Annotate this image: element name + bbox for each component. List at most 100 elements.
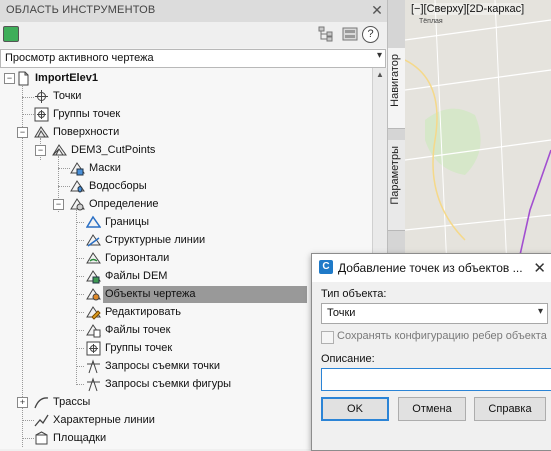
tree-guide <box>76 294 84 295</box>
view-dropdown-value: Просмотр активного чертежа <box>5 52 154 64</box>
tree-guide <box>76 330 84 331</box>
tree-item-label: ImportElev1 <box>35 72 98 84</box>
tab-label: Навигатор <box>389 54 401 107</box>
tree-item-label: Характерные линии <box>53 414 155 426</box>
toolspace-title: ОБЛАСТЬ ИНСТРУМЕНТОВ <box>6 4 156 16</box>
item-view-icon[interactable] <box>342 26 358 42</box>
tree-guide <box>76 276 84 277</box>
chevron-down-icon[interactable]: ▾ <box>538 306 543 317</box>
ok-button[interactable]: OK <box>321 397 389 421</box>
drawing-icon <box>18 71 29 86</box>
point-group-icon <box>34 107 49 122</box>
tree-item-alignments[interactable]: Трассы <box>34 394 234 411</box>
viewport-controls[interactable]: [−][Сверху][2D-каркас] <box>411 3 525 15</box>
definition-icon <box>70 198 85 211</box>
alignment-icon <box>34 397 49 409</box>
tree-guide <box>76 312 84 313</box>
master-view-icon[interactable] <box>3 26 19 42</box>
hierarchy-icon[interactable] <box>318 26 334 42</box>
tree-item-label: Запросы съемки точки <box>105 360 220 372</box>
collapse-icon[interactable]: − <box>53 199 64 210</box>
tree-guide <box>76 258 84 259</box>
collapse-icon[interactable]: − <box>35 145 46 156</box>
tree-item-label: Группы точек <box>53 108 121 120</box>
tree-item-boundaries[interactable]: Границы <box>86 214 306 231</box>
expand-icon[interactable]: + <box>17 397 28 408</box>
tree-item-label: Границы <box>105 216 149 228</box>
surface-icon <box>34 126 49 138</box>
help-button[interactable]: Справка <box>474 397 546 421</box>
tree-item-sites[interactable]: Площадки <box>34 430 234 447</box>
dialog-titlebar[interactable]: C Добавление точек из объектов ... ✕ <box>312 254 551 282</box>
help-icon[interactable]: ? <box>362 26 379 43</box>
tree-item-label: Определение <box>89 198 159 210</box>
collapse-icon[interactable]: − <box>4 73 15 84</box>
tab-navigator[interactable]: Навигатор <box>388 48 406 129</box>
tree-item-feature-lines[interactable]: Характерные линии <box>34 412 234 429</box>
toolspace-toolbar: ? <box>0 22 387 48</box>
toolspace-header: ОБЛАСТЬ ИНСТРУМЕНТОВ ✕ <box>0 0 387 23</box>
close-icon[interactable]: ✕ <box>370 3 384 17</box>
tree-item-label: Водосборы <box>89 180 147 192</box>
tree-item-survey-query-figure[interactable]: Запросы съемки фигуры <box>86 376 306 393</box>
breakline-icon <box>86 234 101 247</box>
tree-item-survey-query-point[interactable]: Запросы съемки точки <box>86 358 306 375</box>
tree-guide <box>22 438 34 439</box>
tree-guide <box>76 222 84 223</box>
tree-item-dem-files[interactable]: Файлы DEM <box>86 268 306 285</box>
tab-settings[interactable]: Параметры <box>388 140 406 231</box>
tree-item-label: Файлы DEM <box>105 270 168 282</box>
point-group-icon <box>86 341 101 356</box>
dem-file-icon <box>86 270 101 284</box>
maintain-edges-checkbox[interactable] <box>321 331 334 344</box>
tree-guide <box>76 240 84 241</box>
tree-guide <box>58 186 70 187</box>
tree-item-label: Запросы съемки фигуры <box>105 378 232 390</box>
cancel-button[interactable]: Отмена <box>398 397 466 421</box>
civil3d-logo-icon: C <box>319 260 333 274</box>
tree-item-point-groups[interactable]: Группы точек <box>34 106 234 123</box>
tree-item-surfaces[interactable]: Поверхности <box>34 124 234 141</box>
tree-item-point-files[interactable]: Файлы точек <box>86 322 306 339</box>
tree-item-label: Горизонтали <box>105 252 170 264</box>
object-type-value: Точки <box>327 307 356 319</box>
tree-guide <box>22 420 34 421</box>
map-place-label: Тёплая <box>419 18 443 25</box>
tree-item-drawing-objects[interactable]: Объекты чертежа <box>86 286 307 303</box>
tree-item-def-point-groups[interactable]: Группы точек <box>86 340 306 357</box>
tree-item-label: Трассы <box>53 396 91 408</box>
mask-icon <box>70 162 85 176</box>
tree-item-definition[interactable]: Определение <box>70 196 270 213</box>
chevron-down-icon[interactable]: ▾ <box>377 50 382 61</box>
tree-item-drawing[interactable]: ImportElev1 <box>16 70 216 87</box>
tree-item-watersheds[interactable]: Водосборы <box>70 178 270 195</box>
tree-item-surface[interactable]: DEM3_CutPoints <box>52 142 252 159</box>
tree-item-breaklines[interactable]: Структурные линии <box>86 232 306 249</box>
tree-guide <box>76 384 84 385</box>
tree-item-label: Группы точек <box>105 342 173 354</box>
tree-item-label: Редактировать <box>105 306 181 318</box>
tree-item-masks[interactable]: Маски <box>70 160 270 177</box>
tree-guide <box>76 348 84 349</box>
maintain-edges-label: Сохранять конфигурацию ребер объекта <box>337 330 547 342</box>
dialog-title: Добавление точек из объектов ... <box>338 261 523 275</box>
tree-item-contours[interactable]: Горизонтали <box>86 250 306 267</box>
tree-item-label: Маски <box>89 162 121 174</box>
tree-guide <box>76 366 84 367</box>
tree-item-points[interactable]: Точки <box>34 88 234 105</box>
tree-item-label: Поверхности <box>53 126 120 138</box>
tree-item-label: DEM3_CutPoints <box>71 144 156 156</box>
tree-guide <box>22 114 34 115</box>
edit-icon <box>86 306 101 320</box>
boundary-icon <box>86 215 101 228</box>
close-icon[interactable]: ✕ <box>533 259 546 277</box>
drawing-object-icon <box>86 288 101 301</box>
view-dropdown[interactable]: Просмотр активного чертежа ▾ <box>0 49 386 68</box>
tree-item-edits[interactable]: Редактировать <box>86 304 306 321</box>
description-input[interactable] <box>321 368 551 391</box>
collapse-icon[interactable]: − <box>17 127 28 138</box>
tree-item-label: Точки <box>53 90 82 102</box>
scroll-up-icon[interactable]: ▲ <box>376 70 384 79</box>
tree-item-label: Структурные линии <box>105 234 206 246</box>
object-type-select[interactable]: Точки ▾ <box>321 303 548 324</box>
